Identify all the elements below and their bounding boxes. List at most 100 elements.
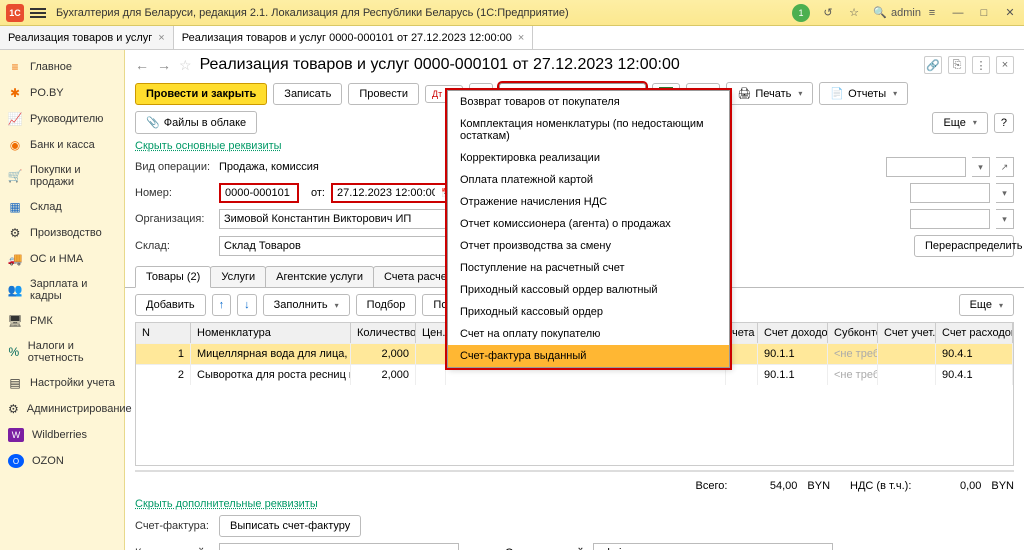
unknown-field[interactable]	[886, 157, 966, 177]
add-button[interactable]: Добавить	[135, 294, 206, 316]
sidebar-item[interactable]: ▦Склад	[0, 194, 124, 220]
th-subconto[interactable]: Субконто	[828, 323, 878, 343]
more-icon[interactable]: ⋮	[972, 56, 990, 74]
minimize-icon[interactable]: —	[950, 5, 966, 21]
dd-item[interactable]: Оплата платежной картой	[448, 169, 729, 191]
close-doc-icon[interactable]: ×	[996, 56, 1014, 74]
unknown-field-2[interactable]	[910, 183, 990, 203]
star-icon[interactable]: ☆	[846, 5, 862, 21]
book-icon: ▤	[8, 376, 22, 390]
write-invoice-button[interactable]: Выписать счет-фактуру	[219, 515, 361, 537]
ref-button[interactable]: ↗	[996, 157, 1014, 177]
th-acct[interactable]: чета	[726, 323, 758, 343]
h-scrollbar[interactable]	[135, 470, 1014, 472]
bank-icon: ◉	[8, 138, 22, 152]
post-close-button[interactable]: Провести и закрыть	[135, 83, 267, 105]
sidebar-item[interactable]: ◉Банк и касса	[0, 132, 124, 158]
th-expense[interactable]: Счет расходов	[936, 323, 1013, 343]
tab-0[interactable]: Реализация товаров и услуг×	[0, 26, 174, 49]
comment-input[interactable]	[219, 543, 459, 550]
date-input[interactable]	[331, 183, 439, 203]
link-icon[interactable]: 🔗	[924, 56, 942, 74]
move-down-button[interactable]: ↓	[237, 294, 257, 316]
select-button[interactable]: ▾	[972, 157, 990, 177]
select-button[interactable]: ▾	[996, 183, 1014, 203]
sidebar-item[interactable]: ▤Настройки учета	[0, 370, 124, 396]
th-price[interactable]: Цен...	[416, 323, 446, 343]
settings-icon[interactable]: ≡	[924, 5, 940, 21]
maximize-icon[interactable]: □	[976, 5, 992, 21]
cloud-files-button[interactable]: 📎 Файлы в облаке	[135, 111, 257, 134]
select-button[interactable]: ▾	[996, 209, 1014, 229]
dd-item[interactable]: Счет на оплату покупателю	[448, 323, 729, 345]
dd-item[interactable]: Комплектация номенклатуры (по недостающи…	[448, 113, 729, 147]
dtab-agent[interactable]: Агентские услуги	[265, 266, 374, 287]
dtab-services[interactable]: Услуги	[210, 266, 266, 287]
th-income[interactable]: Счет доходов	[758, 323, 828, 343]
menu-icon[interactable]	[30, 6, 46, 20]
sidebar-item[interactable]: ✱PO.BY	[0, 80, 124, 106]
sidebar-item[interactable]: ⚙Администрирование	[0, 396, 124, 422]
sidebar-item[interactable]: ⚙Производство	[0, 220, 124, 246]
hide-extra-props-link[interactable]: Скрыть дополнительные реквизиты	[125, 496, 1024, 512]
sidebar-item[interactable]: WWildberries	[0, 422, 124, 448]
sidebar-item[interactable]: %Налоги и отчетность	[0, 334, 124, 370]
pos-icon: 🖥	[8, 314, 22, 328]
th-qty[interactable]: Количество	[351, 323, 416, 343]
sidebar-item[interactable]: 🚚ОС и НМА	[0, 246, 124, 272]
titlebar: 1C Бухгалтерия для Беларуси, редакция 2.…	[0, 0, 1024, 26]
sidebar-item[interactable]: 🖥РМК	[0, 308, 124, 334]
th-n[interactable]: N	[136, 323, 191, 343]
warehouse-icon: ▦	[8, 200, 22, 214]
th-nomenclature[interactable]: Номенклатура	[191, 323, 351, 343]
post-button[interactable]: Провести	[348, 83, 419, 105]
dd-item[interactable]: Отражение начисления НДС	[448, 191, 729, 213]
pick-button[interactable]: Подбор	[356, 294, 417, 316]
reports-button[interactable]: 📄 Отчеты	[819, 82, 908, 105]
unknown-field-3[interactable]	[910, 209, 990, 229]
dd-item[interactable]: Поступление на расчетный счет	[448, 257, 729, 279]
close-icon[interactable]: ✕	[1002, 5, 1018, 21]
save-button[interactable]: Записать	[273, 83, 342, 105]
nav-fwd-icon[interactable]: →	[157, 57, 171, 73]
help-button[interactable]: ?	[994, 113, 1014, 133]
org-input[interactable]	[219, 209, 449, 229]
dd-item[interactable]: Отчет производства за смену	[448, 235, 729, 257]
create-on-basis-menu: Возврат товаров от покупателя Комплектац…	[447, 90, 730, 368]
table-more-button[interactable]: Еще	[959, 294, 1014, 316]
op-type-value: Продажа, комиссия	[219, 161, 319, 173]
th-acct2[interactable]: Счет учет...	[878, 323, 936, 343]
redistribute-button[interactable]: Перераспределить	[914, 235, 1014, 257]
number-input[interactable]	[219, 183, 299, 203]
dtab-goods[interactable]: Товары (2)	[135, 266, 211, 288]
print-button[interactable]: 🖨 Печать	[726, 82, 813, 105]
close-tab-icon[interactable]: ×	[518, 32, 524, 44]
close-tab-icon[interactable]: ×	[158, 32, 164, 44]
detach-icon[interactable]: ⎘	[948, 56, 966, 74]
sidebar-item[interactable]: 📈Руководителю	[0, 106, 124, 132]
doc-header: ← → ☆ Реализация товаров и услуг 0000-00…	[125, 50, 1024, 78]
nav-back-icon[interactable]: ←	[135, 57, 149, 73]
warehouse-input[interactable]	[219, 236, 449, 256]
user-label[interactable]: admin	[898, 5, 914, 21]
dd-item-invoice-issued[interactable]: Счет-фактура выданный	[448, 345, 729, 367]
tab-1[interactable]: Реализация товаров и услуг 0000-000101 о…	[174, 26, 534, 49]
sidebar-item[interactable]: 🛒Покупки и продажи	[0, 158, 124, 194]
dd-item[interactable]: Приходный кассовый ордер валютный	[448, 279, 729, 301]
favorite-icon[interactable]: ☆	[179, 57, 192, 74]
dd-item[interactable]: Отчет комиссионера (агента) о продажах	[448, 213, 729, 235]
search-icon[interactable]: 🔍	[872, 5, 888, 21]
more-button[interactable]: Еще	[932, 112, 987, 134]
history-icon[interactable]: ↺	[820, 5, 836, 21]
move-up-button[interactable]: ↑	[212, 294, 232, 316]
responsible-input[interactable]	[593, 543, 833, 550]
fill-button[interactable]: Заполнить	[263, 294, 350, 316]
sidebar-item[interactable]: 👥Зарплата и кадры	[0, 272, 124, 308]
sidebar-item[interactable]: ≡Главное	[0, 54, 124, 80]
dd-item[interactable]: Возврат товаров от покупателя	[448, 91, 729, 113]
sidebar-item[interactable]: OOZON	[0, 448, 124, 474]
dd-item[interactable]: Приходный кассовый ордер	[448, 301, 729, 323]
notifications-icon[interactable]: 1	[792, 4, 810, 22]
dd-item[interactable]: Корректировка реализации	[448, 147, 729, 169]
poby-icon: ✱	[8, 86, 22, 100]
